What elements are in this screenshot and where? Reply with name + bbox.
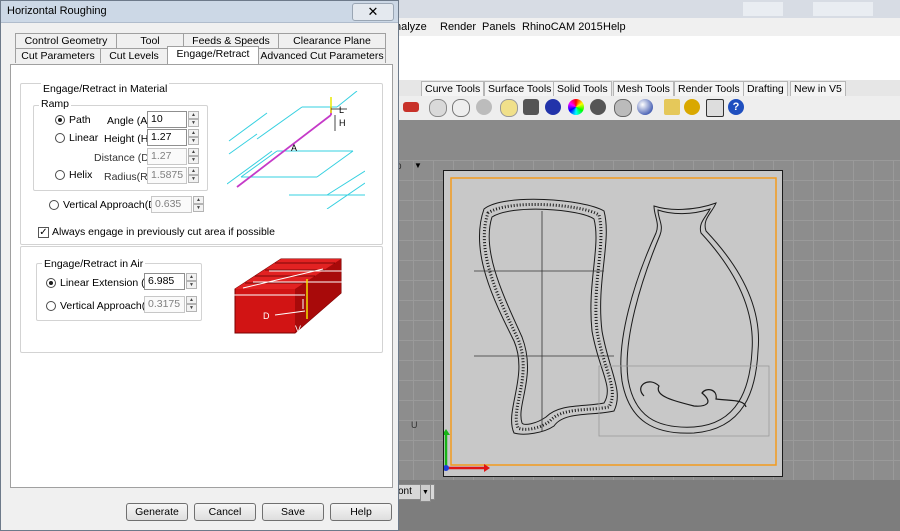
- path-radio[interactable]: [55, 115, 65, 125]
- vertical-approach-air-spinner[interactable]: ▲ ▼: [186, 296, 197, 313]
- diagram-label-l: L: [339, 105, 344, 115]
- tab-curve-tools[interactable]: Curve Tools: [421, 81, 485, 96]
- lens-icon[interactable]: [429, 99, 447, 117]
- viewport-dropdown-icon[interactable]: ▼: [414, 161, 422, 171]
- vertical-approach-material-field[interactable]: 0.635: [151, 196, 192, 213]
- sphere-dark-icon[interactable]: [590, 99, 606, 115]
- linear-label: Linear: [69, 132, 99, 144]
- perspective-viewport[interactable]: [442, 170, 783, 477]
- angle-label: Angle (A): [107, 115, 151, 127]
- lock-icon[interactable]: [523, 99, 539, 115]
- tab-mesh-tools[interactable]: Mesh Tools: [613, 81, 674, 96]
- paint-icon[interactable]: [664, 99, 680, 115]
- angle-spinner[interactable]: ▲ ▼: [188, 111, 199, 128]
- car-icon[interactable]: [403, 102, 419, 112]
- generate-button[interactable]: Generate: [126, 503, 188, 521]
- rhino-title-strip: [393, 0, 900, 18]
- cylinder-icon[interactable]: [476, 99, 492, 115]
- rhino-toolbar-tabs: Curve Tools Surface Tools Solid Tools Me…: [393, 80, 900, 97]
- air-group-label: Engage/Retract in Air: [42, 258, 146, 270]
- always-engage-label: Always engage in previously cut area if …: [52, 226, 275, 238]
- vertical-approach-material-label: Vertical Approach(D): [63, 199, 160, 211]
- dialog-title: Horizontal Roughing: [7, 5, 107, 17]
- linear-extension-spinner[interactable]: ▲ ▼: [186, 273, 197, 290]
- diagram-label-d: D: [263, 311, 270, 321]
- linear-extension-label: Linear Extension (D): [60, 277, 156, 289]
- material-group-label: Engage/Retract in Material: [41, 83, 170, 95]
- gear-icon[interactable]: [684, 99, 700, 115]
- dialog-titlebar: Horizontal Roughing ✕: [1, 1, 398, 23]
- combo-arrow-icon[interactable]: ▼: [420, 484, 431, 502]
- menu-render[interactable]: Render: [440, 21, 476, 33]
- distance-spinner[interactable]: ▲ ▼: [188, 148, 199, 165]
- tab-solid-tools[interactable]: Solid Tools: [553, 81, 612, 96]
- vertical-approach-air-radio[interactable]: [46, 301, 56, 311]
- air-diagram: D V: [233, 258, 363, 334]
- vertical-approach-air-field[interactable]: 0.3175: [144, 296, 185, 313]
- tab-clearance-plane[interactable]: Clearance Plane: [278, 33, 386, 48]
- color-wheel-icon[interactable]: [568, 99, 584, 115]
- linear-extension-radio[interactable]: [46, 278, 56, 288]
- linear-extension-field[interactable]: 6.985: [144, 273, 185, 290]
- render-icon[interactable]: [545, 99, 561, 115]
- height-label: Height (H): [104, 133, 152, 145]
- u-axis-label: U: [411, 420, 418, 430]
- vertical-approach-material-radio[interactable]: [49, 200, 59, 210]
- horizontal-roughing-dialog: Horizontal Roughing ✕ Control Geometry T…: [0, 0, 399, 531]
- always-engage-checkbox[interactable]: ✓: [38, 227, 49, 238]
- sphere-blue-icon[interactable]: [637, 99, 653, 115]
- tab-new-in-v5[interactable]: New in V5: [790, 81, 846, 96]
- menu-panels[interactable]: Panels: [482, 21, 516, 33]
- vertical-approach-air-label: Vertical Approach(D): [60, 300, 157, 312]
- rhino-toolbar: ?: [393, 96, 900, 121]
- rhino-bottom-bar: ont ▼: [393, 480, 900, 531]
- linear-radio[interactable]: [55, 133, 65, 143]
- angle-field[interactable]: 10: [147, 111, 187, 128]
- diagram-label-a: A: [291, 143, 297, 153]
- menu-rhinocam[interactable]: RhinoCAM 2015: [522, 21, 603, 33]
- vertical-approach-material-spinner[interactable]: ▲ ▼: [193, 196, 204, 213]
- tab-cut-parameters[interactable]: Cut Parameters: [15, 48, 101, 63]
- engage-retract-panel: Engage/Retract in Material Ramp Path Lin…: [10, 64, 393, 488]
- rhino-command-area[interactable]: [393, 36, 900, 81]
- radius-field[interactable]: 1.5875: [147, 167, 187, 184]
- diagram-label-h: H: [339, 118, 346, 128]
- dimension-icon[interactable]: [706, 99, 724, 117]
- circle-target-icon[interactable]: [452, 99, 470, 117]
- ramp-diagram: L H A: [227, 91, 365, 209]
- tab-engage-retract[interactable]: Engage/Retract: [167, 46, 259, 64]
- helix-radio[interactable]: [55, 170, 65, 180]
- rhino-menubar: nalyze Render Panels RhinoCAM 2015 Help: [393, 18, 900, 37]
- tab-cut-levels[interactable]: Cut Levels: [100, 48, 168, 63]
- tab-drafting[interactable]: Drafting: [743, 81, 788, 96]
- height-field[interactable]: 1.27: [147, 129, 187, 146]
- menu-analyze[interactable]: nalyze: [395, 21, 427, 33]
- help-button[interactable]: Help: [330, 503, 392, 521]
- distance-label: Distance (D): [94, 152, 153, 164]
- diagram-label-v: V: [295, 324, 301, 334]
- tab-advanced-cut-parameters[interactable]: Advanced Cut Parameters: [258, 48, 386, 63]
- sphere-grid-icon[interactable]: [614, 99, 632, 117]
- tab-render-tools[interactable]: Render Tools: [674, 81, 744, 96]
- distance-field[interactable]: 1.27: [147, 148, 187, 165]
- save-button[interactable]: Save: [262, 503, 324, 521]
- tab-control-geometry[interactable]: Control Geometry: [15, 33, 117, 48]
- ramp-group-label: Ramp: [39, 98, 72, 110]
- bulb-icon[interactable]: [500, 99, 518, 117]
- radius-spinner[interactable]: ▲ ▼: [188, 167, 199, 184]
- viewport-drawing: [442, 177, 777, 472]
- helix-label: Helix: [69, 169, 93, 181]
- menu-help[interactable]: Help: [603, 21, 626, 33]
- tab-surface-tools[interactable]: Surface Tools: [484, 81, 556, 96]
- cancel-button[interactable]: Cancel: [194, 503, 256, 521]
- radius-label: Radius(R): [104, 171, 152, 183]
- path-label: Path: [69, 114, 91, 126]
- help-icon[interactable]: ?: [728, 99, 744, 115]
- close-button[interactable]: ✕: [352, 3, 394, 21]
- height-spinner[interactable]: ▲ ▼: [188, 129, 199, 146]
